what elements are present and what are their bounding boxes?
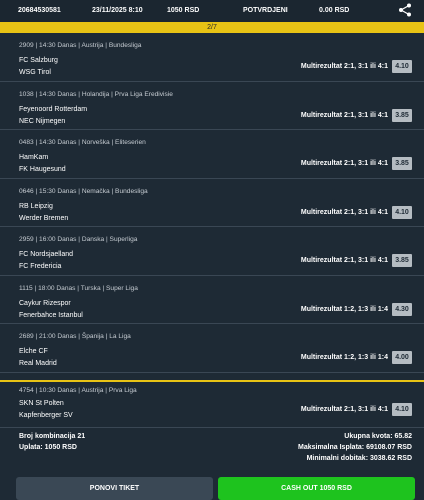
bet-tip: Multirezultat 2:1, 3:1 ili 4:1 xyxy=(300,257,388,264)
home-team: Elche CF xyxy=(19,348,48,355)
away-team: FK Haugesund xyxy=(19,166,66,173)
away-team: Fenerbahce Istanbul xyxy=(19,311,83,319)
bet-tip: Multirezultat 1:2, 1:3 ili 1:4 xyxy=(300,305,388,313)
match-meta: 0646 | 15:30 Danas | Nemačka | Bundeslig… xyxy=(19,187,148,195)
ticket-status: POTVRDJENI xyxy=(243,7,288,14)
cashout-button[interactable]: CASH OUT 1050 RSD xyxy=(218,477,415,500)
bet-tip: Multirezultat 2:1, 3:1 ili 4:1 xyxy=(300,406,388,413)
home-team: SKN St Polten xyxy=(19,400,64,407)
match-row[interactable]: 0646 | 15:30 Danas | Nemačka | Bundeslig… xyxy=(0,179,424,227)
combinations-count: Broj kombinacija 21 xyxy=(19,433,86,440)
bet-tip: Multirezultat 2:1, 3:1 ili 4:1 xyxy=(300,208,388,216)
total-odds: Ukupna kvota: 65.82 xyxy=(344,433,412,440)
match-list: 2909 | 14:30 Danas | Austrija | Bundesli… xyxy=(0,33,424,373)
min-win: Minimalni dobitak: 3038.62 RSD xyxy=(306,455,412,462)
match-meta: 1115 | 18:00 Danas | Turska | Super Liga xyxy=(19,284,138,292)
match-row[interactable]: 1038 | 14:30 Danas | Holandija | Prva Li… xyxy=(0,82,424,130)
away-team: WSG Tirol xyxy=(19,69,51,76)
odd-badge: 3.85 xyxy=(392,254,412,267)
match-meta: 4754 | 10:30 Danas | Austrija | Prva Lig… xyxy=(19,387,137,394)
payment-amount: Uplata: 1050 RSD xyxy=(19,444,77,451)
match-row[interactable]: 2909 | 14:30 Danas | Austrija | Bundesli… xyxy=(0,33,424,82)
page-indicator: 2/7 xyxy=(0,22,424,33)
match-meta: 2909 | 14:30 Danas | Austrija | Bundesli… xyxy=(19,42,142,49)
home-team: FC Salzburg xyxy=(19,57,58,64)
odd-badge: 4.10 xyxy=(392,403,412,416)
ticket-header: 20684530581 23/11/2025 8:10 1050 RSD POT… xyxy=(0,0,424,22)
away-team: Werder Bremen xyxy=(19,214,69,222)
odd-badge: 4.00 xyxy=(392,351,412,364)
bet-tip: Multirezultat 2:1, 3:1 ili 4:1 xyxy=(300,160,388,167)
odd-badge: 4.10 xyxy=(392,205,412,219)
ticket-summary: Broj kombinacija 21 Uplata: 1050 RSD Uku… xyxy=(0,430,424,470)
away-team: Real Madrid xyxy=(19,360,57,367)
bet-tip: Multirezultat 2:1, 3:1 ili 4:1 xyxy=(300,63,388,70)
home-team: FC Nordsjaelland xyxy=(19,251,74,258)
home-team: Caykur Rizespor xyxy=(19,299,71,307)
ticket-stake: 1050 RSD xyxy=(167,7,200,14)
share-icon[interactable] xyxy=(398,3,412,17)
match-row[interactable]: 2959 | 16:00 Danas | Danska | Superliga … xyxy=(0,227,424,276)
match-meta: 0483 | 14:30 Danas | Norveška | Eliteser… xyxy=(19,139,146,146)
away-team: NEC Nijmegen xyxy=(19,117,66,125)
odd-badge: 4.30 xyxy=(392,302,412,316)
match-row[interactable]: 4754 | 10:30 Danas | Austrija | Prva Lig… xyxy=(0,382,424,428)
away-team: Kapfenberger SV xyxy=(19,412,73,419)
home-team: HamKam xyxy=(19,154,49,161)
ticket-id: 20684530581 xyxy=(18,7,61,14)
odd-badge: 3.85 xyxy=(392,157,412,170)
bet-tip: Multirezultat 2:1, 3:1 ili 4:1 xyxy=(300,111,388,119)
match-row[interactable]: 2689 | 21:00 Danas | Španija | La Liga E… xyxy=(0,324,424,373)
repeat-ticket-button[interactable]: PONOVI TIKET xyxy=(16,477,213,500)
match-meta: 1038 | 14:30 Danas | Holandija | Prva Li… xyxy=(19,90,173,98)
ticket-datetime: 23/11/2025 8:10 xyxy=(92,7,143,14)
odd-badge: 4.10 xyxy=(392,60,412,73)
max-payout: Maksimalna Isplata: 69108.07 RSD xyxy=(297,444,412,451)
bet-tip: Multirezultat 1:2, 1:3 ili 1:4 xyxy=(300,354,388,361)
match-meta: 2959 | 16:00 Danas | Danska | Superliga xyxy=(19,236,138,243)
ticket-win: 0.00 RSD xyxy=(319,7,350,14)
away-team: FC Fredericia xyxy=(19,263,62,270)
match-meta: 2689 | 21:00 Danas | Španija | La Liga xyxy=(19,333,131,340)
home-team: RB Leipzig xyxy=(19,202,53,210)
home-team: Feyenoord Rotterdam xyxy=(19,105,88,113)
match-row[interactable]: 1115 | 18:00 Danas | Turska | Super Liga… xyxy=(0,276,424,324)
match-row[interactable]: 0483 | 14:30 Danas | Norveška | Eliteser… xyxy=(0,130,424,179)
odd-badge: 3.85 xyxy=(392,108,412,122)
